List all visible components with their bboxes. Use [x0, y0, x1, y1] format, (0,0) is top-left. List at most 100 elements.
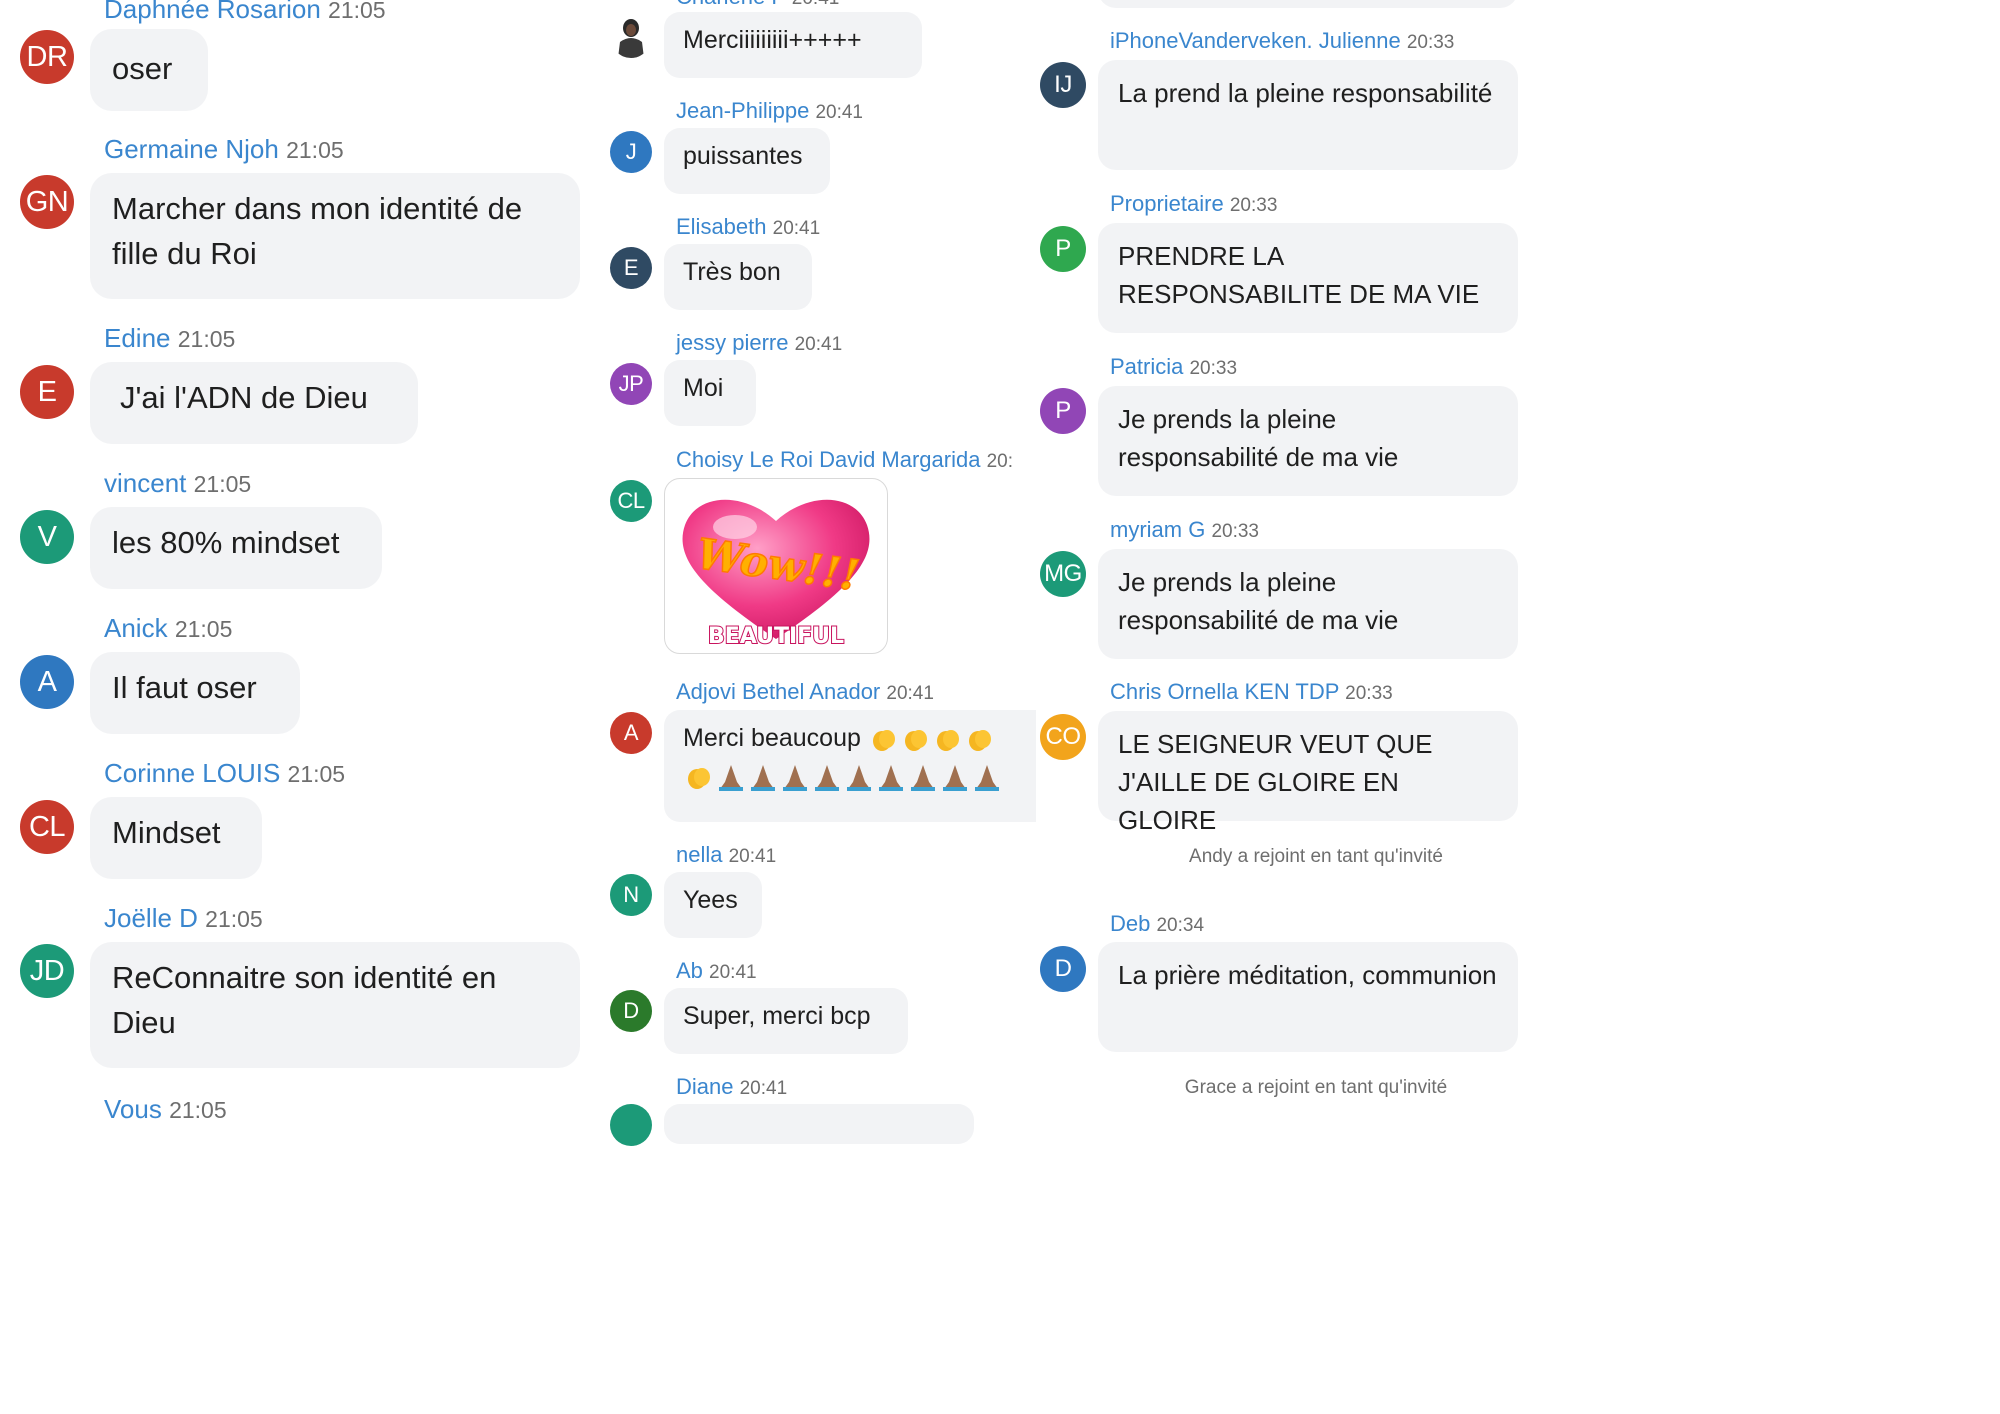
avatar[interactable]: JP — [610, 363, 652, 405]
praying-hands-icon — [911, 764, 935, 791]
message-time: 20:33 — [1406, 32, 1455, 53]
sender-name[interactable]: Daphnée Rosarion — [104, 0, 321, 24]
message-text: Super, merci bcp — [683, 1002, 871, 1030]
sender-name[interactable]: Adjovi Bethel Anador — [676, 679, 880, 704]
message-time: 20:33 — [1345, 683, 1393, 704]
avatar[interactable]: MG — [1040, 551, 1086, 597]
sender-name[interactable]: Choisy Le Roi David Margarida — [676, 447, 980, 472]
message-bubble: LE SEIGNEUR VEUT QUE J'AILLE DE GLOIRE E… — [1098, 711, 1518, 835]
sender-name[interactable]: Charlene P — [676, 0, 786, 9]
message-bubble: Je prends la pleine responsabilité de ma… — [1098, 386, 1518, 496]
message-text: Yees — [683, 886, 738, 914]
sender-name[interactable]: nella — [676, 842, 722, 867]
message-text: Je prends la pleine responsabilité de ma… — [1118, 567, 1399, 636]
avatar[interactable] — [610, 14, 652, 58]
avatar[interactable]: JD — [20, 944, 74, 998]
avatar[interactable]: E — [610, 247, 652, 289]
message-bubble: La prière méditation, communion — [1098, 942, 1518, 1052]
sender-name[interactable]: iPhoneVanderveken. Julienne — [1110, 28, 1401, 53]
message-time: 20:33 — [1189, 358, 1238, 379]
message-text: La prend la pleine responsabilité — [1118, 78, 1493, 108]
clapping-hands-icon — [904, 730, 927, 752]
message-time: 20:33 — [1229, 195, 1278, 216]
message-bubble — [664, 1104, 974, 1144]
sender-name[interactable]: Patricia — [1110, 354, 1183, 379]
avatar[interactable]: P — [1040, 388, 1086, 434]
avatar[interactable]: A — [20, 655, 74, 709]
sender-name[interactable]: Chris Ornella KEN TDP — [1110, 679, 1339, 704]
message-time: 21:05 — [177, 326, 236, 352]
message-time: 20:41 — [886, 683, 934, 704]
sender-name[interactable]: myriam G — [1110, 517, 1205, 542]
message-bubble: les 80% mindset — [90, 507, 382, 589]
praying-hands-icon — [975, 764, 999, 791]
avatar[interactable]: J — [610, 131, 652, 173]
emoji-row — [683, 762, 1003, 791]
sender-name[interactable]: Edine — [104, 323, 171, 353]
avatar[interactable]: P — [1040, 226, 1086, 272]
praying-hands-icon — [751, 764, 775, 791]
praying-hands-icon — [879, 764, 903, 791]
avatar[interactable]: V — [20, 510, 74, 564]
avatar[interactable]: N — [610, 874, 652, 916]
sticker-caption: BEAUTIFUL — [708, 624, 844, 649]
avatar[interactable]: CO — [1040, 714, 1086, 760]
message-time: 21:05 — [286, 137, 344, 163]
sender-name[interactable]: Anick — [104, 613, 168, 643]
avatar[interactable]: IJ — [1040, 62, 1086, 108]
avatar[interactable]: D — [610, 990, 652, 1032]
message-bubble: Super, merci bcp — [664, 988, 908, 1054]
message-bubble: Mindset — [90, 797, 262, 879]
message-text: les 80% mindset — [112, 525, 340, 560]
message-time: 21:05 — [169, 1097, 227, 1123]
avatar[interactable]: DR — [20, 30, 74, 84]
message-text: PRENDRE LA RESPONSABILITE DE MA VIE — [1118, 241, 1480, 310]
message-time: 20:41 — [739, 1078, 788, 1099]
sender-name[interactable]: jessy pierre — [676, 330, 788, 355]
message-text: Très bon — [683, 258, 781, 286]
message-text: Moi — [683, 374, 724, 402]
message-text: Mindset — [112, 815, 221, 850]
sender-name[interactable]: Corinne LOUIS — [104, 758, 280, 788]
sender-name[interactable]: Ab — [676, 958, 703, 983]
message-text: J'ai l'ADN de Dieu — [120, 380, 368, 415]
wow-sticker[interactable]: Wow!!! BEAUTIFUL — [664, 478, 888, 654]
message-bubble — [1098, 0, 1518, 8]
chat-column-right[interactable]: iPhoneVanderveken. Julienne 20:33 IJ La … — [1036, 0, 1542, 1109]
sender-name[interactable]: Germaine Njoh — [104, 134, 279, 164]
sender-name[interactable]: Jean-Philippe — [676, 98, 809, 123]
message-text: Merciiiiiiiii+++++ — [683, 26, 862, 54]
message-bubble: PRENDRE LA RESPONSABILITE DE MA VIE — [1098, 223, 1518, 333]
clapping-hands-icon — [936, 730, 959, 752]
heart-icon: Wow!!! BEAUTIFUL — [682, 499, 870, 650]
message-text: LE SEIGNEUR VEUT QUE J'AILLE DE GLOIRE E… — [1118, 729, 1433, 836]
chat-column-middle[interactable]: Charlene P 20:41 Merciiiiiiiii+++++ Jean… — [600, 0, 1040, 1146]
avatar[interactable]: CL — [20, 800, 74, 854]
clapping-hands-emoji-row — [868, 724, 996, 752]
message-time: 20:34 — [1156, 915, 1205, 936]
message-text: Il faut oser — [112, 670, 257, 705]
message-bubble: Moi — [664, 360, 756, 426]
system-notice: Grace a rejoint en tant qu'invité — [1184, 1077, 1448, 1098]
avatar[interactable] — [610, 1104, 652, 1146]
sender-name[interactable]: Proprietaire — [1110, 191, 1224, 216]
avatar[interactable]: A — [610, 712, 652, 754]
sender-name[interactable]: Diane — [676, 1074, 733, 1099]
sender-name[interactable]: Elisabeth — [676, 214, 767, 239]
avatar[interactable]: E — [20, 365, 74, 419]
sender-name[interactable]: vincent — [104, 468, 186, 498]
message-text: Je prends la pleine responsabilité de ma… — [1118, 404, 1399, 473]
message-time: 20:41 — [728, 846, 777, 867]
message-time: 21:05 — [205, 906, 263, 932]
sender-name[interactable]: Joëlle D — [104, 903, 198, 933]
message-text: puissantes — [683, 142, 803, 170]
sender-name[interactable]: Deb — [1110, 911, 1150, 936]
avatar[interactable]: D — [1040, 946, 1086, 992]
avatar[interactable]: GN — [20, 175, 74, 229]
message-bubble: Merci beaucoup — [664, 710, 1036, 822]
praying-hands-icon — [847, 764, 871, 791]
sender-name[interactable]: Vous — [104, 1094, 162, 1124]
chat-column-left[interactable]: Daphnée Rosarion 21:05 DR oser Germaine … — [0, 0, 600, 1124]
message-bubble: Marcher dans mon identité de fille du Ro… — [90, 173, 580, 299]
avatar[interactable]: CL — [610, 480, 652, 522]
